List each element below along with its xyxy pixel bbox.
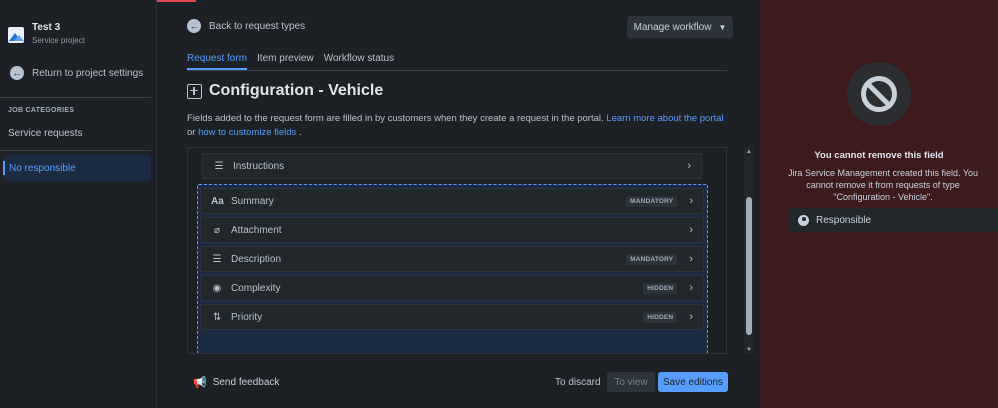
return-to-settings-link[interactable]: ← Return to project settings	[10, 66, 143, 80]
learn-portal-link[interactable]: Learn more about the portal	[606, 113, 723, 124]
mandatory-badge: MANDATORY	[626, 195, 678, 207]
save-button[interactable]: Save editions	[658, 372, 728, 392]
tab-workflow-status[interactable]: Workflow status	[324, 53, 394, 70]
field-info-panel: You cannot remove this field Jira Servic…	[760, 0, 998, 408]
field-label: Instructions	[233, 160, 285, 172]
panel-description: Jira Service Management created this fie…	[787, 168, 979, 202]
hidden-badge: HIDDEN	[643, 311, 678, 323]
responsible-field-card[interactable]: Responsible	[788, 208, 998, 232]
tab-bar: Request form Item preview Workflow statu…	[187, 53, 404, 70]
description-period: .	[298, 127, 302, 138]
field-row-instructions[interactable]: ☰ Instructions ›	[202, 153, 702, 179]
text-icon: Aa	[211, 195, 224, 207]
sidebar: Test 3 Service project ← Return to proje…	[0, 0, 157, 408]
sidebar-divider	[0, 97, 151, 98]
discard-button[interactable]: To discard	[555, 377, 601, 388]
form-scrollbar[interactable]: ▲ ▼	[744, 147, 754, 354]
description-text: Fields added to the request form are fil…	[187, 113, 604, 124]
return-label: Return to project settings	[32, 67, 144, 79]
page-title: Configuration - Vehicle	[209, 82, 384, 99]
scroll-up-icon[interactable]: ▲	[746, 149, 752, 155]
manage-workflow-label: Manage workflow	[633, 21, 712, 33]
prohibited-icon	[847, 62, 911, 126]
chevron-right-icon: ›	[689, 224, 693, 236]
project-name: Test 3	[32, 22, 61, 33]
field-label: Description	[231, 253, 282, 265]
tab-request-form[interactable]: Request form	[187, 53, 248, 70]
sidebar-section-heading: JOB CATEGORIES	[8, 107, 75, 114]
project-header[interactable]: Test 3 Service project	[8, 21, 85, 47]
chevron-right-icon: ›	[689, 311, 693, 323]
responsible-label: Responsible	[816, 214, 872, 226]
chevron-right-icon: ›	[689, 253, 693, 265]
panel-title: You cannot remove this field	[814, 150, 944, 161]
megaphone-icon: 📢	[193, 377, 207, 389]
arrow-left-icon: ←	[10, 66, 24, 80]
paperclip-icon: ⌀	[213, 224, 221, 236]
arrow-left-icon: ←	[187, 19, 201, 33]
chevron-right-icon: ›	[687, 160, 691, 172]
back-to-request-types-link[interactable]: ← Back to request types	[187, 19, 305, 33]
description-or: or	[187, 127, 196, 138]
chevron-right-icon: ›	[689, 195, 693, 207]
scroll-down-icon[interactable]: ▼	[746, 347, 752, 353]
hidden-badge: HIDDEN	[643, 282, 678, 294]
feedback-label: Send feedback	[212, 377, 280, 388]
scrollbar-thumb[interactable]	[746, 197, 752, 335]
form-description: Fields added to the request form are fil…	[187, 112, 732, 140]
sidebar-item-label: No responsible	[9, 162, 76, 174]
field-row-description[interactable]: ☰ Description MANDATORY ›	[200, 246, 704, 272]
chevron-right-icon: ›	[689, 282, 693, 294]
request-type-icon	[187, 83, 202, 99]
user-icon	[798, 214, 809, 226]
sidebar-divider	[0, 150, 151, 151]
tab-item-preview[interactable]: Item preview	[257, 53, 314, 70]
sidebar-item-no-responsible[interactable]: No responsible	[3, 155, 151, 181]
mandatory-badge: MANDATORY	[626, 253, 678, 265]
project-avatar-icon	[8, 27, 24, 43]
selected-indicator	[3, 161, 5, 175]
field-row-summary[interactable]: Aa Summary MANDATORY ›	[200, 188, 704, 214]
view-button[interactable]: To view	[607, 372, 655, 392]
dropdown-icon: ◉	[212, 282, 222, 294]
field-label: Attachment	[231, 224, 282, 236]
form-fields-area: ☰ Instructions › Aa Summary MANDATORY › …	[187, 147, 727, 354]
back-label: Back to request types	[209, 20, 306, 32]
customize-fields-link[interactable]: how to customize fields	[198, 127, 296, 138]
field-label: Complexity	[231, 282, 281, 294]
project-type: Service project	[32, 36, 85, 45]
field-label: Summary	[231, 195, 274, 207]
page-header: Configuration - Vehicle	[187, 82, 383, 100]
chevron-down-icon: ▼	[718, 22, 727, 32]
send-feedback-button[interactable]: 📢 Send feedback	[193, 376, 279, 389]
lines-icon: ☰	[214, 160, 224, 172]
main-content: ← Back to request types Manage workflow …	[157, 0, 760, 408]
priority-icon: ⇅	[212, 311, 222, 323]
lines-icon: ☰	[212, 253, 222, 265]
sidebar-item-service-requests[interactable]: Service requests	[8, 128, 82, 139]
manage-workflow-button[interactable]: Manage workflow ▼	[627, 16, 733, 38]
field-row-priority[interactable]: ⇅ Priority HIDDEN ›	[200, 304, 704, 330]
field-row-complexity[interactable]: ◉ Complexity HIDDEN ›	[200, 275, 704, 301]
field-row-attachment[interactable]: ⌀ Attachment ›	[200, 217, 704, 243]
tabs-divider	[187, 70, 727, 71]
field-label: Priority	[231, 311, 263, 323]
